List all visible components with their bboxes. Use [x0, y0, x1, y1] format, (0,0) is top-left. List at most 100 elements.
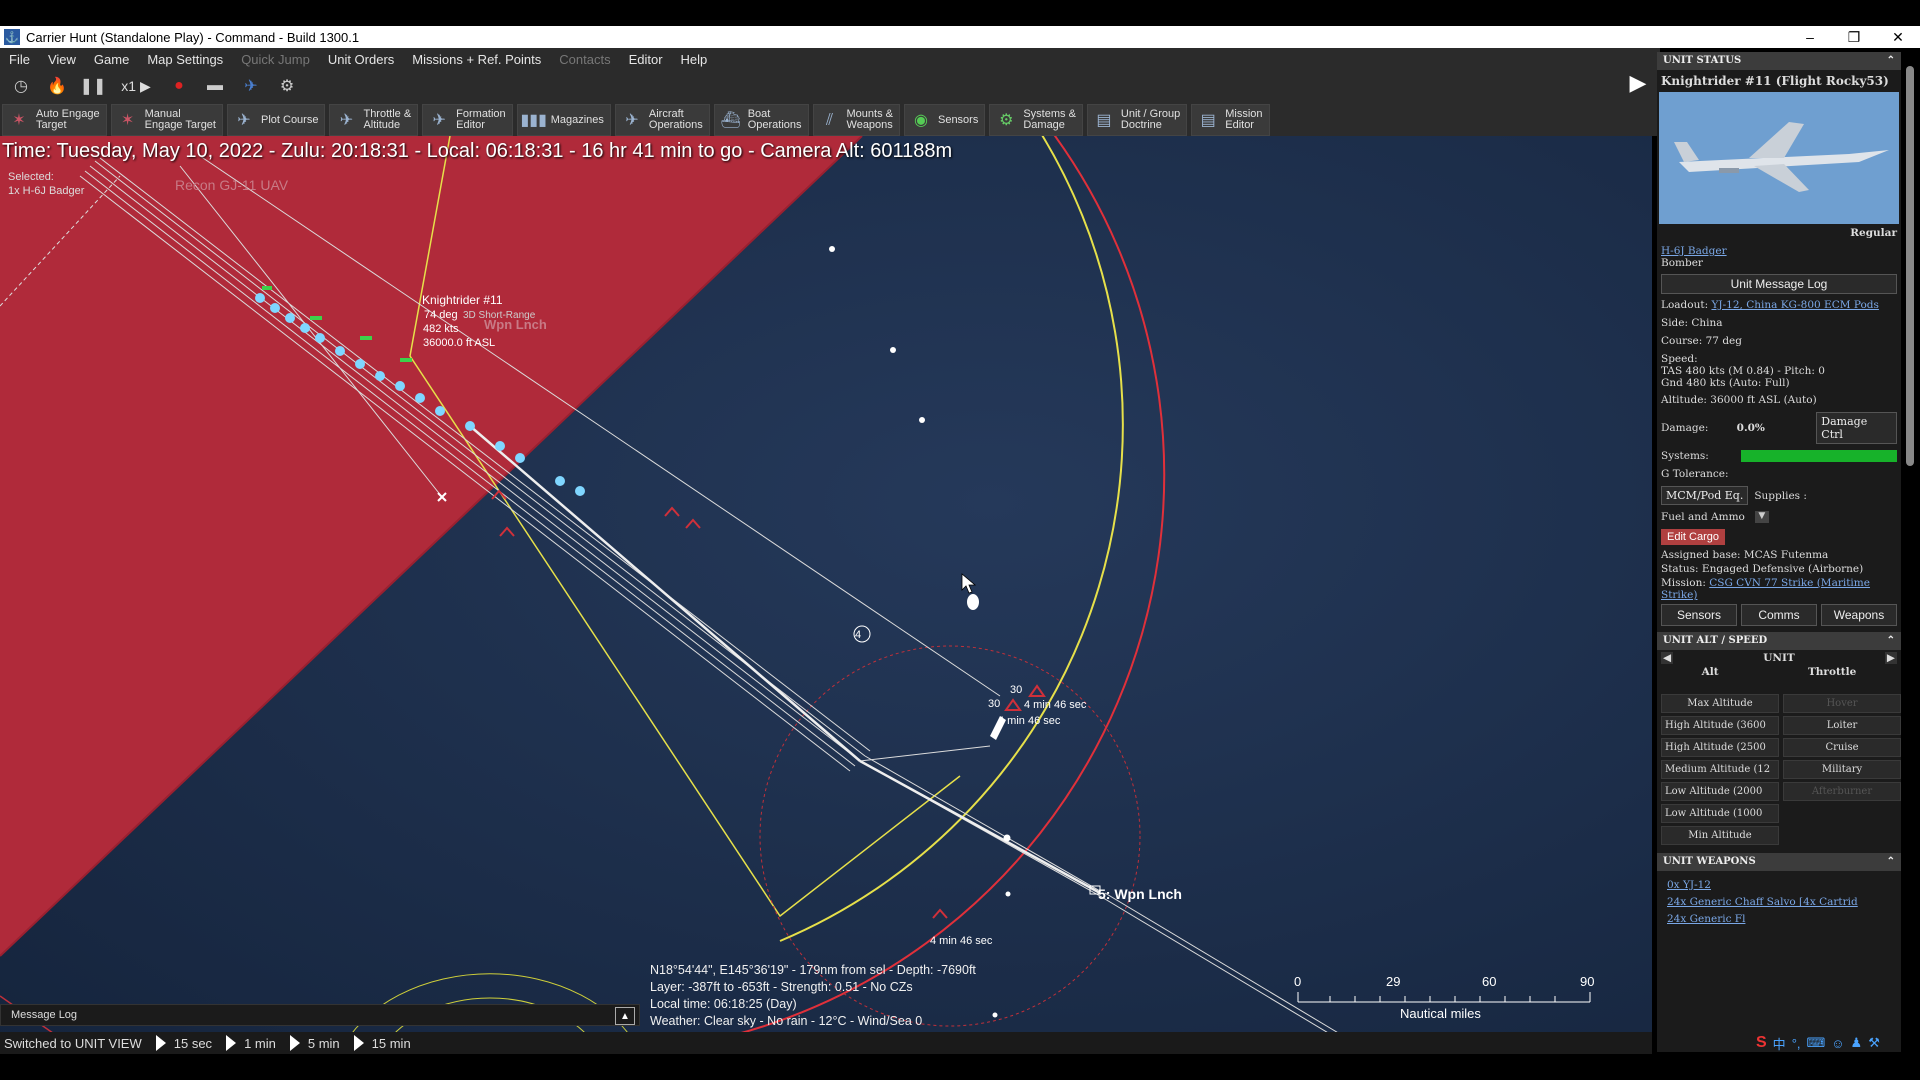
- doctrine-button[interactable]: ▤ Unit / Group Doctrine: [1086, 104, 1188, 136]
- weapons-tab[interactable]: Weapons: [1821, 604, 1897, 626]
- alt-high-36000[interactable]: High Altitude (3600: [1661, 716, 1779, 735]
- mcm-pod-button[interactable]: MCM/Pod Eq.: [1661, 486, 1749, 505]
- alt-low-2000[interactable]: Low Altitude (2000: [1661, 782, 1779, 801]
- step-5m-play-icon[interactable]: [289, 1035, 300, 1051]
- step-15s[interactable]: 15 sec: [174, 1036, 212, 1051]
- sensors-button[interactable]: ◉ Sensors: [903, 104, 986, 136]
- maximize-button[interactable]: ❐: [1832, 26, 1876, 48]
- alt-medium[interactable]: Medium Altitude (12: [1661, 760, 1779, 779]
- step-15m-play-icon[interactable]: [353, 1035, 364, 1051]
- menu-editor[interactable]: Editor: [620, 52, 672, 67]
- unit-course-label: 74 deg: [424, 309, 458, 321]
- tactical-map[interactable]: Recon GJ-11 UAV Knightrider #11 74 deg 3…: [0, 136, 1652, 1052]
- weapon-item[interactable]: 24x Generic Chaff Salvo [4x Cartrid: [1657, 894, 1901, 911]
- flame-button[interactable]: 🔥: [42, 73, 72, 99]
- minimize-button[interactable]: –: [1788, 26, 1832, 48]
- number-30-a: 30: [1010, 684, 1022, 696]
- unit-status-header[interactable]: UNIT STATUS ⌃: [1657, 52, 1901, 70]
- record-button[interactable]: ●: [164, 73, 194, 99]
- collapse-chevron-icon[interactable]: ⌃: [1887, 52, 1895, 70]
- clock-button[interactable]: ◷: [6, 73, 36, 99]
- expand-log-icon[interactable]: ▲: [615, 1007, 635, 1025]
- settings-gear-icon[interactable]: ⚙: [272, 73, 302, 99]
- alt-min[interactable]: Min Altitude: [1661, 826, 1779, 845]
- aircraft-operations-button[interactable]: ✈ Aircraft Operations: [614, 104, 710, 136]
- alt-collapse-chevron-icon[interactable]: ⌃: [1887, 632, 1895, 650]
- speed-label: x1: [121, 78, 137, 94]
- unit-speed-label: 482 kts: [423, 323, 459, 335]
- formation-editor-button[interactable]: ✈ Formation Editor: [422, 104, 513, 136]
- panel-toggle-arrow-icon[interactable]: ▶: [1626, 68, 1650, 98]
- edit-cargo-button[interactable]: Edit Cargo: [1661, 529, 1725, 545]
- auto-engage-button[interactable]: ✶ Auto Engage Target: [2, 104, 107, 136]
- comms-tab[interactable]: Comms: [1741, 604, 1817, 626]
- menu-contacts[interactable]: Contacts: [550, 52, 619, 67]
- user-icon[interactable]: ☺: [1831, 1036, 1844, 1051]
- weapons-collapse-chevron-icon[interactable]: ⌃: [1887, 853, 1895, 871]
- menu-unit-orders[interactable]: Unit Orders: [319, 52, 403, 67]
- magazines-button[interactable]: ▮▮▮ Magazines: [516, 104, 611, 136]
- tools-icon[interactable]: ⚒: [1868, 1035, 1880, 1051]
- throttle-cruise[interactable]: Cruise: [1783, 738, 1901, 757]
- menu-map-settings[interactable]: Map Settings: [138, 52, 232, 67]
- weapon-item[interactable]: 0x YJ-12: [1657, 877, 1901, 894]
- hat-button[interactable]: ▬: [200, 73, 230, 99]
- menu-view[interactable]: View: [39, 52, 85, 67]
- speed-button[interactable]: x1 ▶: [114, 73, 158, 99]
- panel-scrollbar[interactable]: [1906, 66, 1914, 466]
- alt-speed-header[interactable]: UNIT ALT / SPEED ⌃: [1657, 632, 1901, 650]
- step-15s-play-icon[interactable]: [155, 1035, 166, 1051]
- map-graphics: Recon GJ-11 UAV Knightrider #11 74 deg 3…: [0, 136, 1652, 1052]
- fuel-ammo-dropdown-icon[interactable]: ▼: [1754, 511, 1769, 523]
- throttle-hover[interactable]: Hover: [1783, 694, 1901, 713]
- pause-button[interactable]: ❚❚: [78, 73, 108, 99]
- recon-uav-label: Recon GJ-11 UAV: [175, 177, 289, 193]
- unit-weapons-header[interactable]: UNIT WEAPONS ⌃: [1657, 853, 1901, 871]
- loadout-link[interactable]: YJ-12, China KG-800 ECM Pods: [1711, 299, 1878, 311]
- throttle-afterburner[interactable]: Afterburner: [1783, 782, 1901, 801]
- weapon-item[interactable]: 24x Generic Fl: [1657, 911, 1901, 928]
- alt-max[interactable]: Max Altitude: [1661, 694, 1779, 713]
- auto-engage-label: Auto Engage Target: [36, 108, 100, 131]
- damage-ctrl-button[interactable]: Damage Ctrl: [1816, 412, 1897, 444]
- shirt-icon[interactable]: ♟: [1851, 1035, 1863, 1051]
- plot-course-button[interactable]: ✈ Plot Course: [226, 104, 326, 136]
- menu-missions[interactable]: Missions + Ref. Points: [403, 52, 550, 67]
- keyboard-icon[interactable]: ⌨: [1807, 1035, 1826, 1051]
- punctuation-icon[interactable]: °,: [1792, 1036, 1801, 1051]
- unit-message-log-button[interactable]: Unit Message Log: [1661, 274, 1897, 294]
- ime-logo-icon[interactable]: S: [1756, 1034, 1767, 1052]
- throttle-military[interactable]: Military: [1783, 760, 1901, 779]
- unit-type-link[interactable]: H-6J Badger: [1661, 245, 1727, 257]
- throttle-loiter[interactable]: Loiter: [1783, 716, 1901, 735]
- pin-button[interactable]: ✈: [236, 73, 266, 99]
- time-status-line: Time: Tuesday, May 10, 2022 - Zulu: 20:1…: [2, 140, 953, 162]
- sensors-tab[interactable]: Sensors: [1661, 604, 1737, 626]
- close-button[interactable]: ✕: [1876, 26, 1920, 48]
- menu-help[interactable]: Help: [672, 52, 717, 67]
- throttle-altitude-button[interactable]: ✈ Throttle & Altitude: [329, 104, 419, 136]
- menu-file[interactable]: File: [0, 52, 39, 67]
- alt-next-arrow-icon[interactable]: ▶: [1884, 652, 1897, 664]
- ime-mode-icon[interactable]: 中: [1773, 1034, 1786, 1053]
- throttle-icon: ✈: [339, 111, 354, 129]
- step-1m[interactable]: 1 min: [244, 1036, 276, 1051]
- systems-damage-button[interactable]: ⚙ Systems & Damage: [989, 104, 1083, 136]
- side-info: Side: China: [1661, 317, 1723, 329]
- cursor-coords: N18°54'44", E145°36'19" - 179nm from sel…: [650, 963, 976, 977]
- alt-low-1000[interactable]: Low Altitude (1000: [1661, 804, 1779, 823]
- menu-quick-jump[interactable]: Quick Jump: [232, 52, 319, 67]
- step-15m[interactable]: 15 min: [372, 1036, 411, 1051]
- step-1m-play-icon[interactable]: [226, 1035, 237, 1051]
- altitude-info: Altitude: 36000 ft ASL (Auto): [1661, 394, 1817, 406]
- manual-engage-button[interactable]: ✶ Manual Engage Target: [110, 104, 223, 136]
- menu-game[interactable]: Game: [85, 52, 138, 67]
- mounts-weapons-button[interactable]: ⫽ Mounts & Weapons: [812, 104, 900, 136]
- alt-prev-arrow-icon[interactable]: ◀: [1661, 652, 1674, 664]
- message-log-bar[interactable]: Message Log ▲: [0, 1004, 640, 1026]
- mission-editor-button[interactable]: ▤ Mission Editor: [1191, 104, 1270, 136]
- step-5m[interactable]: 5 min: [308, 1036, 340, 1051]
- boat-operations-button[interactable]: ⛴ Boat Operations: [713, 104, 809, 136]
- alt-high-25000[interactable]: High Altitude (2500: [1661, 738, 1779, 757]
- weapons-icon: ⫽: [825, 111, 834, 129]
